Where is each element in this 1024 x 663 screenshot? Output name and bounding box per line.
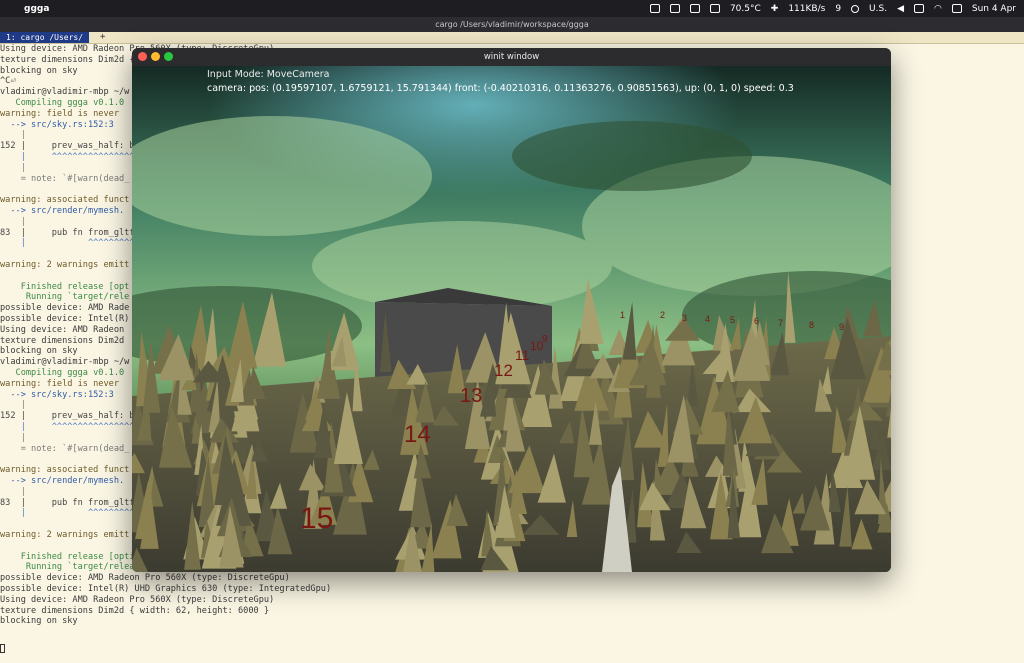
shield-icon[interactable]: [689, 4, 700, 13]
terminal-line: vladimir@vladimir-mbp ~/w: [0, 357, 130, 368]
window-icon[interactable]: [649, 4, 660, 13]
input-source[interactable]: U.S.: [869, 4, 887, 14]
terminal-line: 152 | prev_was_half: bo: [0, 411, 140, 422]
depth-label-13: 13: [460, 385, 482, 407]
terminal-line: 83 | pub fn from_gltf(p: [0, 497, 145, 508]
terminal-line: --> src/render/mymesh.: [0, 206, 125, 216]
terminal-cursor: [0, 644, 5, 653]
counter-readout[interactable]: 9: [835, 4, 841, 14]
security-icon[interactable]: [709, 4, 720, 13]
terminal-line: = note: `#[warn(dead_: [0, 443, 130, 454]
terminal-line: |: [0, 486, 26, 497]
terminal-line: warning: associated funct: [0, 195, 130, 206]
new-tab-button[interactable]: +: [100, 32, 105, 43]
axis-label-4: 4: [705, 314, 710, 324]
terminal-line: |: [0, 130, 26, 141]
close-button[interactable]: [138, 52, 147, 61]
menu-bar: ggga 70.5°C ✚ 111KB/s 9 U.S. ◀ ◠ Sun 4 A…: [0, 0, 1024, 17]
terminal-line: --> src/sky.rs:152:3: [0, 389, 114, 400]
terminal-line: texture dimensions Dim2d { width: 62, he…: [0, 605, 270, 616]
medical-icon[interactable]: ✚: [771, 4, 779, 14]
terminal-line: warning: 2 warnings emitt: [0, 260, 130, 270]
terminal-line: 152 | prev_was_half: bo: [0, 141, 140, 152]
terminal-line: Running `target/rele: [0, 292, 130, 303]
terminal-line: Compiling ggga v0.1.0: [0, 98, 125, 108]
battery-icon[interactable]: [914, 4, 924, 13]
terminal-title: cargo /Users/vladimir/workspace/ggga: [0, 17, 1024, 32]
terminal-line: = note: `#[warn(dead_: [0, 173, 130, 184]
winit-title: winit window: [132, 48, 891, 66]
terminal-line: |: [0, 216, 26, 227]
terminal-line: blocking on sky: [0, 346, 78, 357]
app-name[interactable]: ggga: [24, 4, 49, 14]
terminal-line: Using device: AMD Radeon Pro 560X (type:…: [0, 594, 275, 605]
axis-label-3: 3: [682, 313, 687, 323]
terminal-line: --> src/sky.rs:152:3: [0, 119, 114, 130]
depth-label-14: 14: [404, 421, 431, 448]
terminal-line: --> src/render/mymesh.: [0, 476, 125, 486]
terminal-line: |: [0, 432, 26, 443]
temperature-readout[interactable]: 70.5°C: [730, 4, 761, 14]
wifi-icon[interactable]: ◠: [934, 4, 942, 14]
axis-label-6: 6: [754, 316, 759, 326]
terminal-line: warning: field is never: [0, 108, 119, 119]
terminal-line: |: [0, 162, 26, 173]
terminal-line: ^C⏎: [0, 76, 16, 87]
depth-label-15: 15: [300, 502, 333, 535]
terminal-line: texture dimensions Dim2d: [0, 335, 125, 346]
network-readout[interactable]: 111KB/s: [788, 4, 825, 14]
terminal-line: possible device: Intel(R) UHD Graphics 6…: [0, 584, 332, 594]
axis-label-9b: 9: [839, 322, 844, 332]
terminal-line: possible device: AMD Radeon Pro 560X (ty…: [0, 573, 290, 584]
clock[interactable]: Sun 4 Apr: [972, 4, 1016, 14]
dropbox-icon[interactable]: [669, 4, 680, 13]
scene-canvas: 15141312111091 2 3 4 5 6 7 8 9: [132, 66, 891, 572]
maximize-button[interactable]: [164, 52, 173, 61]
axis-label-1: 1: [620, 310, 625, 320]
terminal-line: | ^^^^^^^^^: [0, 508, 135, 519]
terminal-line: warning: 2 warnings emitt: [0, 530, 130, 540]
axis-label-8: 8: [809, 320, 814, 330]
terminal-line: Compiling ggga v0.1.0: [0, 368, 125, 378]
terminal-line: Finished release [opt: [0, 281, 130, 292]
hud-overlay: Input Mode: MoveCamera camera: pos: (0.1…: [132, 66, 891, 106]
render-viewport[interactable]: 15 14 13 12 11 10 9 1 2 3 4 5 6 7 8 9 Input Mode: MoveC…: [132, 66, 891, 572]
depth-label-9: 9: [542, 334, 548, 345]
terminal-line: | ^^^^^^^^^^^^^^^^^: [0, 152, 140, 162]
terminal-line: |: [0, 400, 26, 411]
axis-label-5: 5: [730, 315, 735, 325]
control-center-icon[interactable]: [951, 4, 962, 13]
terminal-line: Using device: AMD Radeon: [0, 324, 125, 335]
axis-label-2: 2: [660, 310, 665, 320]
winit-window[interactable]: winit window 15 14 13 12 11 10 9 1 2 3 4…: [132, 48, 891, 572]
depth-label-11: 11: [515, 347, 530, 363]
terminal-line: possible device: AMD Rade: [0, 303, 130, 314]
volume-icon[interactable]: ◀: [897, 4, 904, 14]
terminal-line: blocking on sky: [0, 65, 78, 76]
play-icon[interactable]: [851, 4, 860, 13]
terminal-tab[interactable]: 1: cargo /Users/: [0, 32, 90, 43]
minimize-button[interactable]: [151, 52, 160, 61]
terminal-line: warning: associated funct: [0, 465, 130, 476]
terminal-line: blocking on sky: [0, 616, 78, 627]
axis-label-7: 7: [778, 318, 783, 328]
terminal-tab-bar: 1: cargo /Users/ +: [0, 32, 1024, 44]
input-mode-label: Input Mode: MoveCamera: [207, 69, 330, 80]
terminal-line: | ^^^^^^^^^: [0, 238, 135, 249]
terminal-line: possible device: Intel(R): [0, 314, 130, 324]
camera-readout: camera: pos: (0.19597107, 1.6759121, 15.…: [207, 83, 794, 94]
depth-label-12: 12: [494, 361, 513, 380]
terminal-line: vladimir@vladimir-mbp ~/w: [0, 87, 130, 98]
terminal-line: | ^^^^^^^^^^^^^^^^^: [0, 422, 140, 432]
terminal-line: 83 | pub fn from_gltf(p: [0, 227, 145, 238]
terminal-line: warning: field is never: [0, 378, 119, 389]
